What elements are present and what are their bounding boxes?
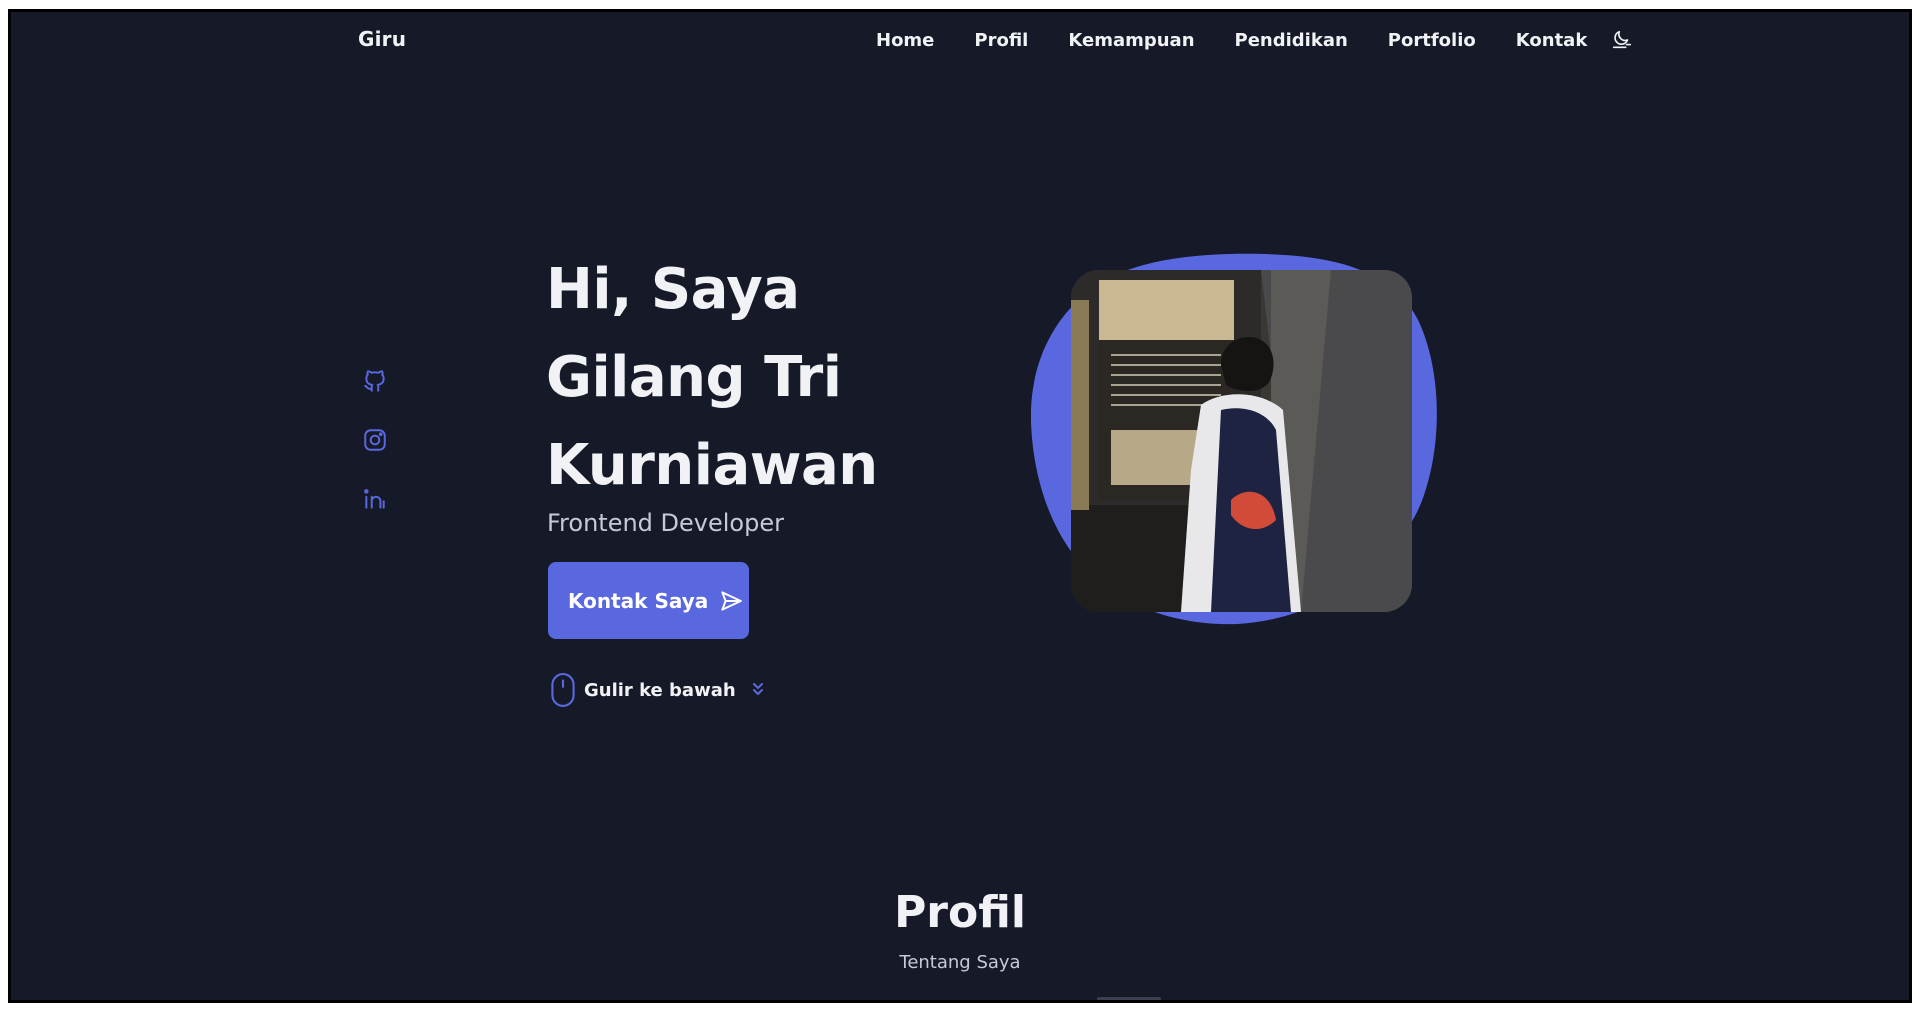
nav-pendidikan[interactable]: Pendidikan <box>1235 30 1348 51</box>
hero-title-line-3: Kurniawan <box>546 433 878 498</box>
social-links <box>362 368 388 545</box>
nav-kontak[interactable]: Kontak <box>1516 30 1588 51</box>
contact-me-button[interactable]: Kontak Saya <box>548 562 749 639</box>
profile-section-divider <box>1097 997 1161 1000</box>
nav-portfolio[interactable]: Portfolio <box>1388 30 1476 51</box>
moon-icon[interactable] <box>1611 29 1633 51</box>
main-nav: Home Profil Kemampuan Pendidikan Portfol… <box>876 29 1633 51</box>
profile-photo-illustration <box>1071 270 1412 612</box>
site-logo[interactable]: Giru <box>358 27 406 51</box>
github-icon[interactable] <box>362 368 388 394</box>
chevrons-down-icon <box>752 683 763 695</box>
hero-subtitle: Frontend Developer <box>547 509 784 537</box>
mouse-icon <box>551 673 575 707</box>
nav-kemampuan[interactable]: Kemampuan <box>1068 30 1194 51</box>
instagram-icon[interactable] <box>362 427 388 453</box>
scroll-down-link[interactable]: Gulir ke bawah <box>550 672 766 708</box>
profile-section-title: Profil <box>894 887 1026 938</box>
hero-title: Hi, Saya Gilang Tri Kurniawan <box>546 246 878 510</box>
nav-profil[interactable]: Profil <box>974 30 1028 51</box>
profile-photo <box>1071 270 1412 612</box>
site-header: Giru Home Profil Kemampuan Pendidikan Po… <box>11 12 1909 68</box>
hero-title-line-1: Hi, Saya <box>546 257 800 322</box>
page-frame: Giru Home Profil Kemampuan Pendidikan Po… <box>8 9 1912 1003</box>
linkedin-icon[interactable] <box>362 486 388 512</box>
nav-home[interactable]: Home <box>876 30 934 51</box>
send-icon <box>721 590 742 611</box>
profile-section-subtitle: Tentang Saya <box>899 952 1021 973</box>
contact-me-label: Kontak Saya <box>568 588 709 613</box>
scroll-down-label: Gulir ke bawah <box>584 679 736 701</box>
hero-title-line-2: Gilang Tri <box>546 345 842 410</box>
